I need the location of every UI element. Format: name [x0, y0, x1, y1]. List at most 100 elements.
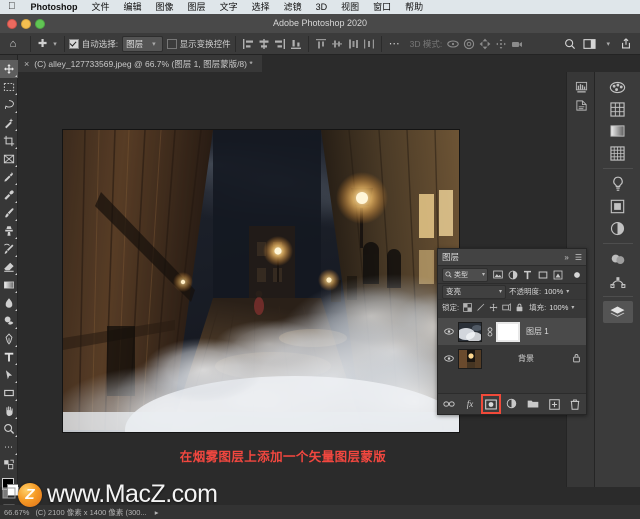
align-center-horizontal-icon[interactable]	[257, 37, 271, 51]
history-panel-icon[interactable]	[571, 96, 591, 114]
adjustments-panel-icon[interactable]	[603, 217, 633, 239]
auto-select-dropdown[interactable]: 图层 ▾	[122, 35, 163, 52]
workspace-icon[interactable]	[583, 38, 597, 50]
move-tool[interactable]	[0, 60, 18, 78]
layer-name[interactable]: 图层 1	[526, 326, 549, 337]
filter-adjustment-icon[interactable]	[507, 269, 518, 280]
layers-panel-icon[interactable]	[602, 301, 633, 323]
pen-tool[interactable]	[0, 330, 18, 348]
histogram-panel-icon[interactable]	[571, 78, 591, 96]
brush-tool[interactable]	[0, 204, 18, 222]
distribute-spacing-icon[interactable]	[362, 37, 376, 51]
document-canvas[interactable]	[63, 130, 459, 432]
paths-panel-icon[interactable]	[603, 270, 633, 292]
layer-visibility-toggle[interactable]	[443, 355, 454, 362]
filter-shape-icon[interactable]	[537, 269, 548, 280]
libraries-panel-icon[interactable]	[603, 195, 633, 217]
shape-tool[interactable]	[0, 384, 18, 402]
lock-nesting-icon[interactable]	[501, 303, 511, 313]
layer-mask-thumbnail[interactable]	[496, 321, 520, 342]
rectangular-marquee-tool[interactable]	[0, 78, 18, 96]
align-right-icon[interactable]	[273, 37, 287, 51]
lasso-tool[interactable]	[0, 96, 18, 114]
distribute-top-icon[interactable]	[314, 37, 328, 51]
layer-row-1[interactable]: 图层 1	[438, 318, 586, 345]
frame-tool[interactable]	[0, 150, 18, 168]
3d-panel-icon[interactable]	[603, 248, 633, 270]
dodge-tool[interactable]	[0, 312, 18, 330]
lock-all-icon[interactable]	[514, 303, 524, 313]
apple-icon[interactable]: 	[6, 2, 24, 12]
hand-tool[interactable]	[0, 402, 18, 420]
gradients-panel-icon[interactable]	[603, 120, 633, 142]
filter-smartobject-icon[interactable]	[552, 269, 563, 280]
blur-tool[interactable]	[0, 294, 18, 312]
distribute-vertical-icon[interactable]	[346, 37, 360, 51]
chevron-down-icon[interactable]: ▾	[571, 304, 574, 311]
quick-selection-tool[interactable]	[0, 114, 18, 132]
lock-position-icon[interactable]	[488, 303, 498, 313]
link-layers-button[interactable]	[442, 397, 456, 411]
new-adjustment-layer-button[interactable]	[505, 397, 519, 411]
new-layer-button[interactable]	[547, 397, 561, 411]
fill-value[interactable]: 100%	[549, 303, 568, 312]
menu-layer[interactable]: 图层	[181, 0, 213, 14]
type-tool[interactable]	[0, 348, 18, 366]
show-transform-checkbox[interactable]	[166, 38, 177, 49]
menu-help[interactable]: 帮助	[398, 0, 430, 14]
add-layer-mask-button[interactable]	[481, 394, 501, 414]
share-icon[interactable]	[620, 37, 632, 50]
document-tab[interactable]: × (C) alley_127733569.jpeg @ 66.7% (图层 1…	[18, 55, 262, 72]
menu-view[interactable]: 视图	[334, 0, 366, 14]
menu-3d[interactable]: 3D	[309, 0, 335, 14]
delete-layer-button[interactable]	[568, 397, 582, 411]
move-tool-icon[interactable]: ✚	[35, 37, 50, 50]
search-icon[interactable]	[564, 38, 576, 50]
gradient-tool[interactable]	[0, 276, 18, 294]
lock-image-icon[interactable]	[475, 303, 485, 313]
align-left-icon[interactable]	[241, 37, 255, 51]
more-options-icon[interactable]: ⋯	[386, 37, 404, 50]
eyedropper-tool[interactable]	[0, 168, 18, 186]
distribute-center-icon[interactable]	[330, 37, 344, 51]
filter-pixel-icon[interactable]	[492, 269, 503, 280]
close-tab-icon[interactable]: ×	[24, 59, 29, 69]
filter-type-icon[interactable]	[522, 269, 533, 280]
layer-name[interactable]: 背景	[518, 353, 534, 364]
crop-tool[interactable]	[0, 132, 18, 150]
menu-select[interactable]: 选择	[245, 0, 277, 14]
layer-thumbnail[interactable]	[458, 348, 482, 369]
layer-thumbnail[interactable]	[458, 321, 482, 342]
lock-transparent-icon[interactable]	[462, 303, 472, 313]
auto-select-checkbox[interactable]	[68, 38, 79, 49]
menu-type[interactable]: 文字	[213, 0, 245, 14]
chevron-down-icon[interactable]: ▾	[566, 288, 569, 295]
new-group-button[interactable]	[526, 397, 540, 411]
menu-window[interactable]: 窗口	[366, 0, 398, 14]
menu-edit[interactable]: 编辑	[117, 0, 149, 14]
swatches-panel-icon[interactable]	[603, 98, 633, 120]
eraser-tool[interactable]	[0, 258, 18, 276]
color-panel-icon[interactable]	[603, 76, 633, 98]
link-icon[interactable]	[486, 326, 493, 337]
path-selection-tool[interactable]	[0, 366, 18, 384]
panel-menu-icon[interactable]: ☰	[575, 253, 582, 262]
history-brush-tool[interactable]	[0, 240, 18, 258]
menu-photoshop[interactable]: Photoshop	[24, 0, 85, 14]
clone-stamp-tool[interactable]	[0, 222, 18, 240]
learn-panel-icon[interactable]	[603, 173, 633, 195]
menu-image[interactable]: 图像	[149, 0, 181, 14]
blend-mode-dropdown[interactable]: 变亮 ▾	[442, 284, 506, 299]
chevron-down-icon[interactable]: ▾	[603, 40, 613, 48]
align-bottom-icon[interactable]	[289, 37, 303, 51]
layer-visibility-toggle[interactable]	[443, 328, 454, 335]
screen-mode-icon[interactable]	[2, 487, 16, 499]
patterns-panel-icon[interactable]	[603, 142, 633, 164]
filter-toggle-icon[interactable]	[571, 269, 582, 280]
menu-filter[interactable]: 滤镜	[277, 0, 309, 14]
opacity-value[interactable]: 100%	[544, 287, 563, 296]
filter-kind-dropdown[interactable]: 类型 ▾	[442, 267, 488, 282]
menu-file[interactable]: 文件	[85, 0, 117, 14]
layer-row-background[interactable]: 背景	[438, 345, 586, 372]
zoom-tool[interactable]	[0, 420, 18, 438]
